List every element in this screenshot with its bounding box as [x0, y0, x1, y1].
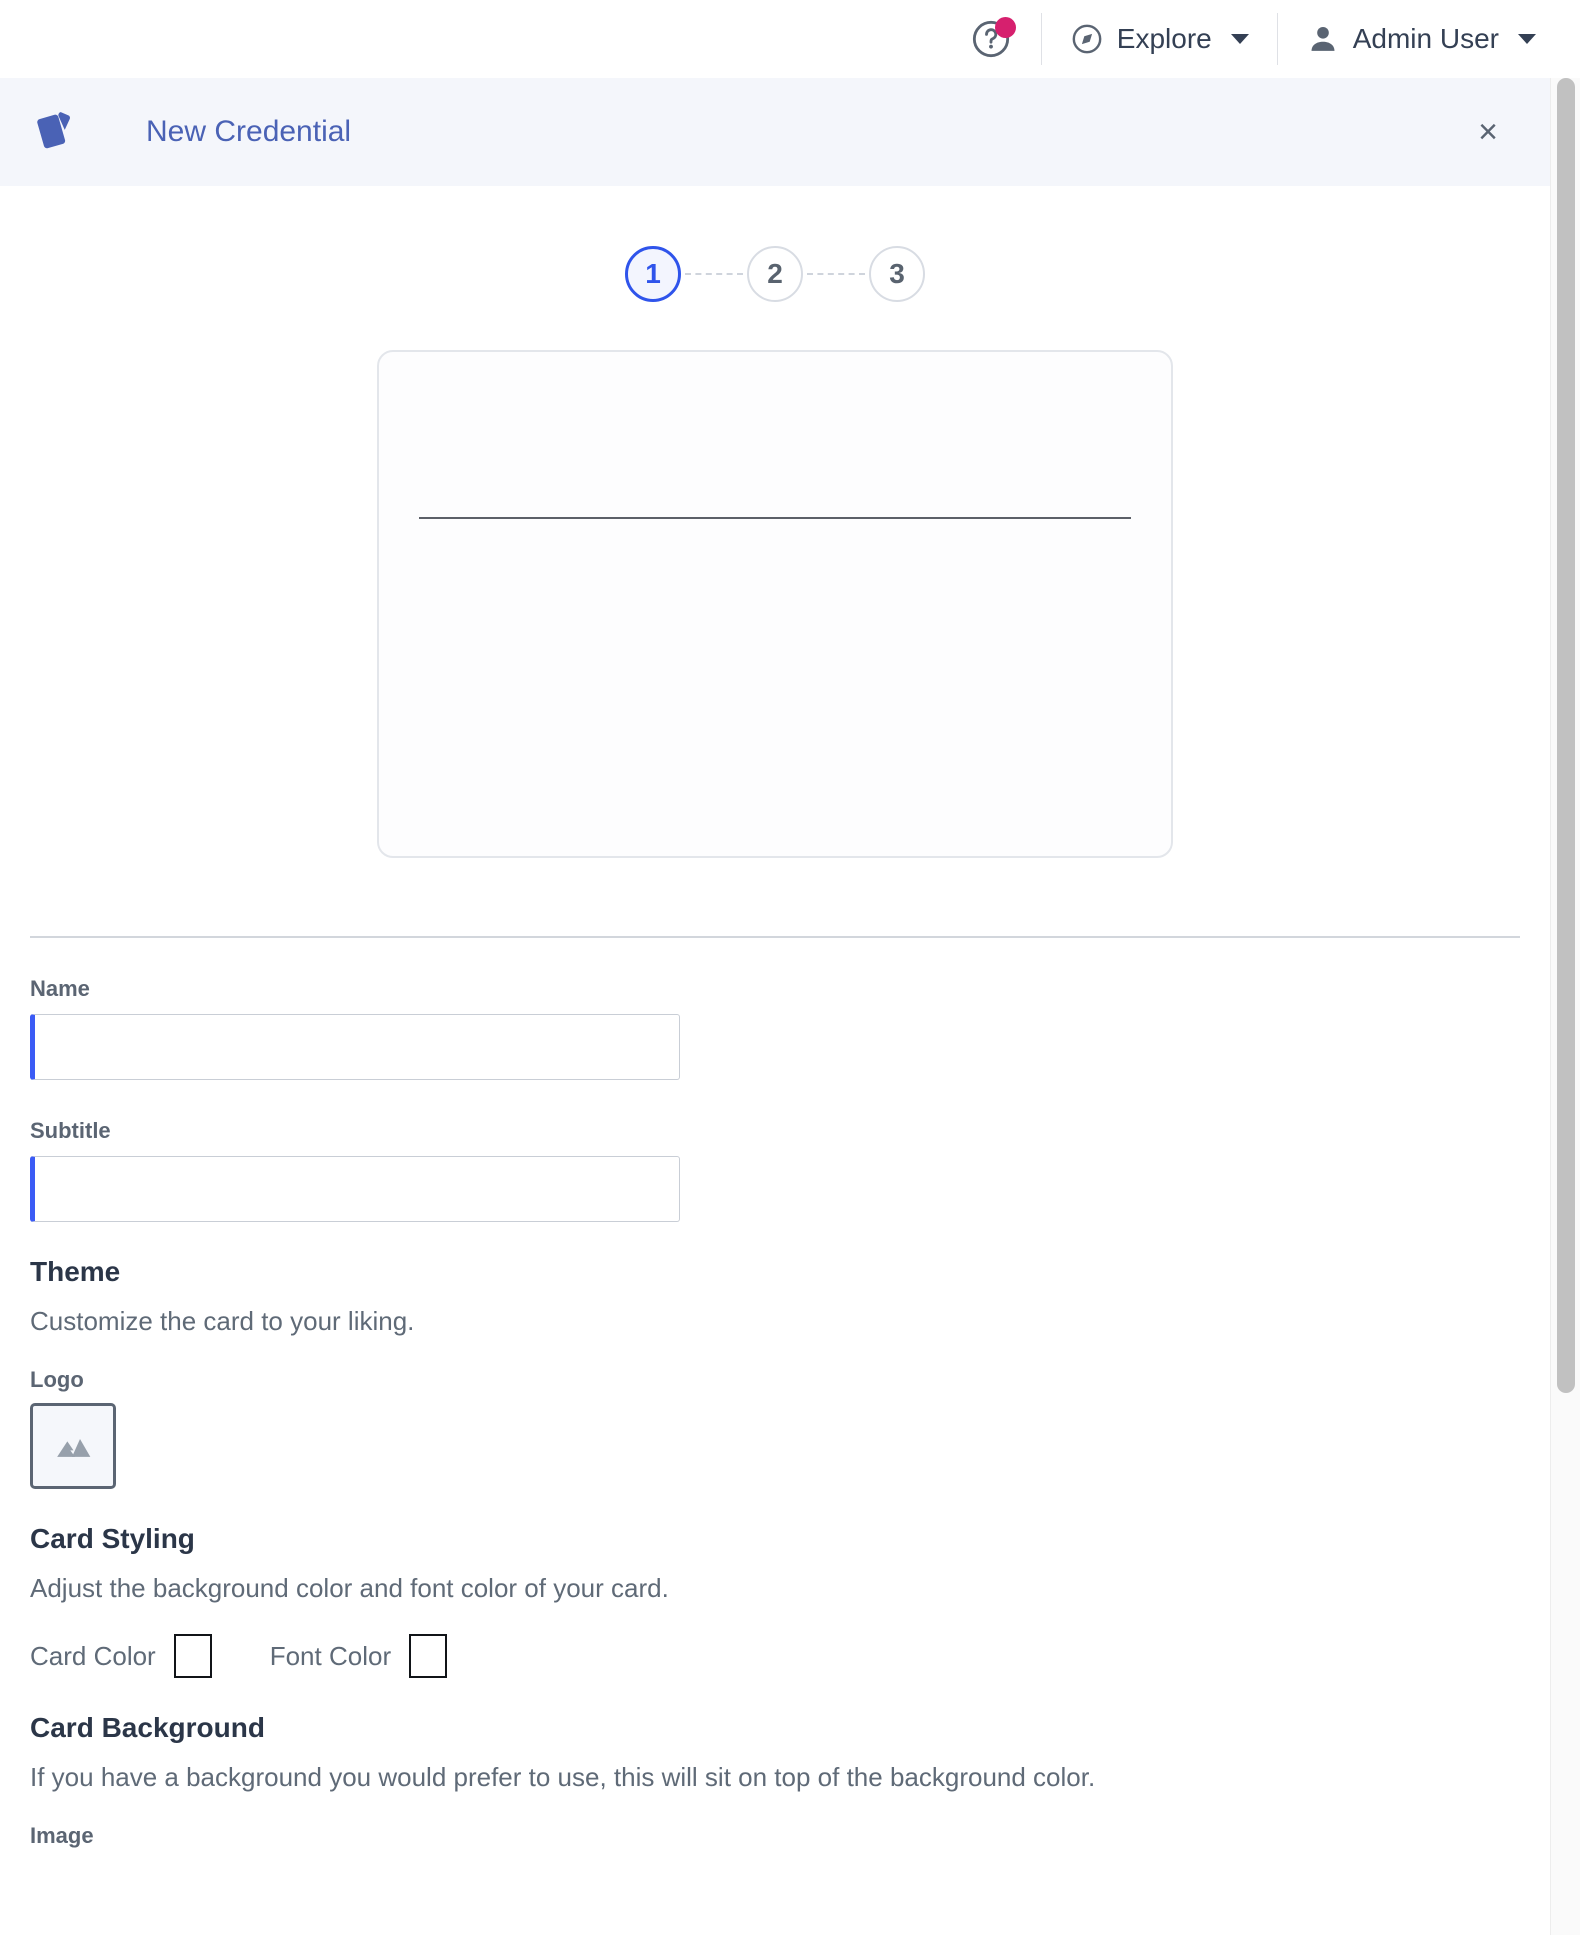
name-label: Name	[30, 976, 90, 1001]
nav-help-group	[959, 0, 1039, 78]
wizard-stepper: 1 2 3	[0, 186, 1550, 302]
top-navigation-bar: Explore Admin User	[0, 0, 1580, 78]
theme-section-description: Customize the card to your liking.	[30, 1306, 415, 1336]
chevron-down-icon	[1230, 34, 1249, 44]
card-background-section-description: If you have a background you would prefe…	[30, 1762, 1096, 1792]
page-title: New Credential	[146, 115, 352, 148]
card-styling-section-title: Card Styling	[30, 1523, 195, 1554]
logo-label: Logo	[30, 1367, 84, 1392]
step-1[interactable]: 1	[625, 246, 681, 302]
person-icon	[1311, 26, 1335, 51]
logo-upload-button[interactable]	[30, 1403, 116, 1489]
card-preview-divider	[419, 517, 1131, 519]
modal-scrollbar-track[interactable]	[1550, 78, 1580, 1935]
name-input[interactable]	[30, 1014, 680, 1080]
font-color-swatch[interactable]	[409, 1634, 448, 1678]
card-styling-section-description: Adjust the background color and font col…	[30, 1573, 669, 1603]
new-credential-modal: New Credential × 1 2 3 Name Subtitle The…	[0, 78, 1550, 1935]
card-preview-container	[0, 302, 1550, 858]
modal-scrollbar-thumb[interactable]	[1557, 78, 1575, 1393]
nav-divider-1	[1040, 13, 1042, 65]
card-preview	[377, 350, 1173, 858]
step-connector-1	[685, 273, 743, 275]
user-menu[interactable]: Admin User	[1280, 13, 1562, 65]
modal-header: New Credential ×	[0, 78, 1550, 186]
chevron-down-icon	[1518, 34, 1536, 44]
step-connector-2	[807, 273, 865, 275]
user-name-label: Admin User	[1352, 23, 1499, 54]
card-color-swatch[interactable]	[173, 1634, 212, 1678]
font-color-label: Font Color	[269, 1640, 392, 1671]
credential-form: Name Subtitle Theme Customize the card t…	[0, 976, 1550, 1849]
card-color-label: Card Color	[30, 1640, 156, 1671]
subtitle-label: Subtitle	[30, 1118, 111, 1143]
help-button[interactable]	[959, 14, 1023, 64]
explore-label: Explore	[1116, 23, 1212, 54]
explore-menu[interactable]: Explore	[1044, 13, 1275, 65]
background-image-label: Image	[30, 1823, 94, 1848]
card-background-section-title: Card Background	[30, 1712, 265, 1743]
nav-divider-2	[1276, 13, 1278, 65]
image-placeholder-icon	[57, 1439, 91, 1457]
step-2[interactable]: 2	[747, 246, 803, 302]
help-notification-badge	[994, 17, 1016, 38]
step-3[interactable]: 3	[869, 246, 925, 302]
close-icon[interactable]: ×	[1466, 110, 1510, 154]
subtitle-input[interactable]	[30, 1156, 680, 1222]
color-controls-row: Card Color Font Color	[30, 1634, 1520, 1678]
theme-section-title: Theme	[30, 1256, 121, 1287]
compass-icon	[1072, 24, 1102, 54]
card-stack-icon	[37, 112, 70, 149]
section-divider	[30, 936, 1520, 938]
